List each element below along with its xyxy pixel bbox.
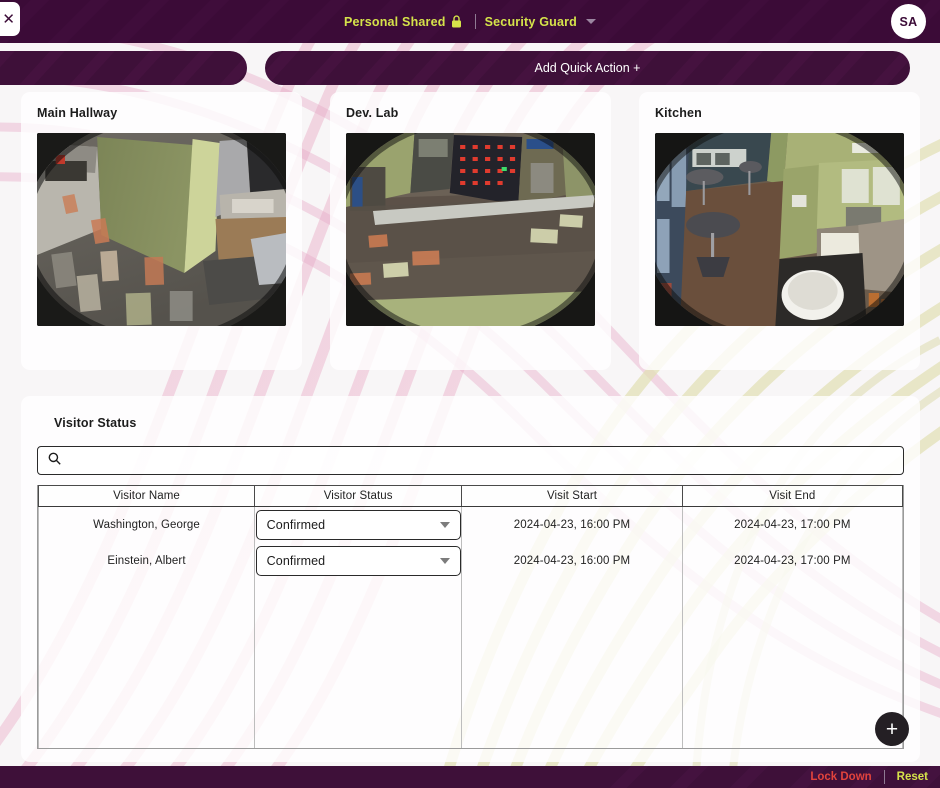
camera-card-main-hallway[interactable]: Main Hallway [21, 92, 302, 370]
chevron-down-icon[interactable] [440, 522, 450, 528]
devlab-camera-feed[interactable] [346, 133, 595, 326]
camera-grid: Main Hallway [21, 92, 920, 370]
visitor-status-panel: Visitor Status Visitor Name Visitor Stat… [21, 396, 920, 762]
camera-title: Kitchen [655, 106, 904, 120]
plus-icon: + [886, 719, 898, 740]
quick-action-bar: Add Quick Action + [0, 51, 940, 85]
camera-card-dev-lab[interactable]: Dev. Lab [330, 92, 611, 370]
visitor-table-wrapper: Visitor Name Visitor Status Visit Start … [37, 485, 904, 749]
page-title: Visitor Status [54, 416, 904, 430]
cell-visit-end: 2024-04-23, 17:00 PM [682, 543, 902, 579]
kitchen-camera-feed[interactable] [655, 133, 904, 326]
role-label: Security Guard [485, 15, 577, 29]
cell-visit-end: 2024-04-23, 17:00 PM [682, 507, 902, 543]
column-header-visitor-name[interactable]: Visitor Name [39, 486, 255, 507]
search-input[interactable] [69, 454, 893, 468]
chevron-down-icon[interactable] [440, 558, 450, 564]
chevron-down-icon[interactable] [586, 19, 596, 24]
cell-visitor-status: Confirmed [255, 507, 462, 543]
cell-visit-start: 2024-04-23, 16:00 PM [462, 507, 682, 543]
reset-button[interactable]: Reset [897, 771, 928, 783]
avatar[interactable]: SA [891, 4, 926, 39]
cell-visitor-name: Einstein, Albert [39, 543, 255, 579]
status-value: Confirmed [267, 554, 440, 568]
lock-icon [451, 15, 462, 28]
visitor-status-dropdown[interactable]: Confirmed [256, 510, 461, 540]
visitor-status-dropdown[interactable]: Confirmed [256, 546, 461, 576]
table-row[interactable]: Einstein, Albert Confirmed 2024-04-23, 1… [39, 543, 903, 579]
header-scope-selector[interactable]: Personal Shared Security Guard [344, 14, 596, 29]
close-icon: ✕ [2, 12, 15, 27]
status-value: Confirmed [267, 518, 440, 532]
camera-title: Main Hallway [37, 106, 286, 120]
cell-visitor-name: Washington, George [39, 507, 255, 543]
footer-stripe-pattern [0, 766, 940, 788]
add-quick-action-button[interactable]: Add Quick Action + [265, 51, 910, 85]
camera-card-kitchen[interactable]: Kitchen [639, 92, 920, 370]
quick-action-left-pill[interactable] [0, 51, 247, 85]
column-header-visitor-status[interactable]: Visitor Status [255, 486, 462, 507]
scope-label: Personal Shared [344, 15, 446, 29]
table-empty-space [39, 579, 903, 749]
column-header-visit-start[interactable]: Visit Start [462, 486, 682, 507]
cell-visitor-status: Confirmed [255, 543, 462, 579]
footer-actions: Lock Down Reset [810, 770, 928, 784]
table-row[interactable]: Washington, George Confirmed 2024-04-23,… [39, 507, 903, 543]
visitor-table: Visitor Name Visitor Status Visit Start … [38, 485, 903, 749]
add-quick-action-label: Add Quick Action + [535, 61, 641, 75]
app-root: ✕ Personal Shared Security Guard SA [0, 0, 940, 788]
header-divider [475, 14, 476, 29]
table-header-row: Visitor Name Visitor Status Visit Start … [39, 486, 903, 507]
cell-visit-start: 2024-04-23, 16:00 PM [462, 543, 682, 579]
camera-title: Dev. Lab [346, 106, 595, 120]
hallway-camera-feed[interactable] [37, 133, 286, 326]
header-content: Personal Shared Security Guard [0, 0, 940, 43]
avatar-initials: SA [900, 15, 918, 29]
search-icon [48, 452, 61, 470]
pill-stripe-pattern [0, 51, 247, 85]
column-header-visit-end[interactable]: Visit End [682, 486, 902, 507]
app-footer: Lock Down Reset [0, 766, 940, 788]
search-bar[interactable] [37, 446, 904, 475]
add-visitor-button[interactable]: + [875, 712, 909, 746]
footer-divider [884, 770, 885, 784]
close-tab-button[interactable]: ✕ [0, 2, 20, 36]
app-header: ✕ Personal Shared Security Guard SA [0, 0, 940, 43]
lock-down-button[interactable]: Lock Down [810, 771, 871, 783]
